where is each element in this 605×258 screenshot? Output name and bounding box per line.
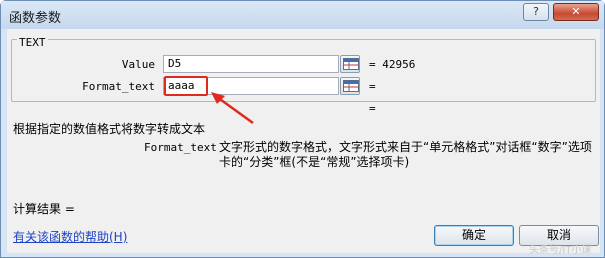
format-text-highlight-box bbox=[164, 76, 208, 96]
range-select-icon bbox=[343, 58, 359, 70]
dialog-body: TEXT Value D5 = 42956 Format_text aaaa = bbox=[7, 29, 600, 253]
calculation-result: 计算结果 = bbox=[13, 202, 75, 216]
argument-description-name: Format_text bbox=[144, 141, 217, 154]
format-text-range-select-button[interactable] bbox=[340, 77, 360, 95]
value-range-select-button[interactable] bbox=[340, 55, 360, 73]
function-help-link[interactable]: 有关该函数的帮助(H) bbox=[13, 228, 127, 245]
value-result: = 42956 bbox=[369, 58, 416, 71]
format-text-label: Format_text bbox=[82, 80, 155, 93]
ok-button[interactable]: 确定 bbox=[434, 225, 514, 246]
argument-description-text: 文字形式的数字格式，文字形式来自于“单元格格式”对话框“数字”选项卡的“分类”框… bbox=[219, 140, 592, 169]
value-label: Value bbox=[121, 58, 155, 71]
watermark: 头条号/IT小课 bbox=[529, 245, 592, 256]
function-name-label: TEXT bbox=[17, 36, 48, 49]
help-button[interactable]: ? bbox=[523, 3, 549, 21]
range-select-icon bbox=[343, 80, 359, 92]
value-input[interactable]: D5 bbox=[163, 55, 339, 73]
function-result-preview: = bbox=[369, 102, 376, 115]
close-button[interactable]: ✕ bbox=[553, 3, 599, 21]
dialog-title: 函数参数 bbox=[9, 11, 62, 26]
annotation-arrow-icon bbox=[211, 92, 254, 125]
function-description: 根据指定的数值格式将数字转成文本 bbox=[13, 122, 206, 136]
dialog-window: 函数参数 ? ✕ TEXT Value D5 = 42956 Format_te… bbox=[0, 0, 605, 258]
format-text-result: = bbox=[369, 80, 376, 93]
title-bar[interactable]: 函数参数 ? ✕ bbox=[1, 1, 604, 29]
